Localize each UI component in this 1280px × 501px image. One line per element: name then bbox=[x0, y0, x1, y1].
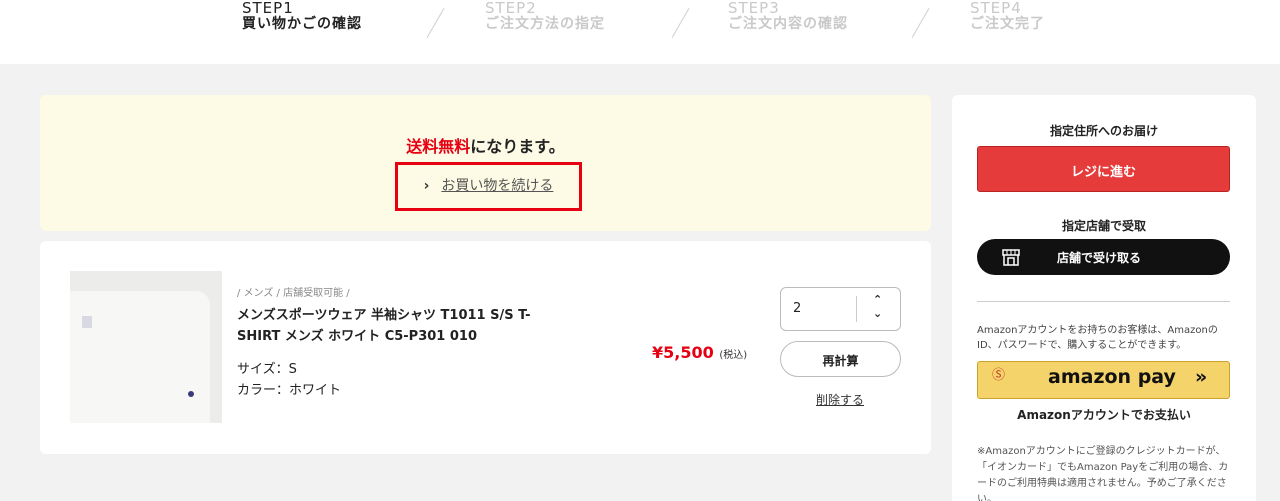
checkout-steps: STEP1 買い物かごの確認 STEP2 ご注文方法の指定 STEP3 ご注文内… bbox=[0, 0, 1280, 64]
step-4-label: ご注文完了 bbox=[970, 15, 1045, 32]
checkout-button[interactable]: レジに進む bbox=[977, 146, 1230, 192]
step-3: STEP3 ご注文内容の確認 bbox=[728, 0, 848, 32]
double-chevron-icon: » bbox=[1195, 366, 1208, 388]
price-value: ¥5,500 bbox=[652, 343, 714, 362]
store-icon bbox=[1002, 249, 1020, 266]
chevron-right-icon: › bbox=[423, 178, 430, 194]
amazon-s-icon: Ⓢ bbox=[992, 368, 1006, 383]
step-3-number: STEP3 bbox=[728, 0, 780, 17]
tax-label: (税込) bbox=[719, 350, 748, 361]
step-1-label: 買い物かごの確認 bbox=[242, 15, 362, 32]
product-image[interactable] bbox=[70, 271, 222, 423]
quantity-divider bbox=[856, 296, 857, 322]
delete-link[interactable]: 削除する bbox=[816, 391, 864, 408]
amazon-description: Amazonアカウントをお持ちのお客様は、AmazonのID、パスワードで、購入… bbox=[977, 325, 1218, 351]
step-4-number: STEP4 bbox=[970, 0, 1022, 17]
step-1-number: STEP1 bbox=[242, 0, 294, 17]
product-color: カラー：ホワイト bbox=[237, 383, 342, 398]
amazon-pay-logo: amazon pay bbox=[1048, 366, 1176, 388]
step-2-label: ご注文方法の指定 bbox=[485, 15, 605, 32]
step-4: STEP4 ご注文完了 bbox=[970, 0, 1045, 32]
amazon-pay-caption: Amazonアカウントでお支払い bbox=[1017, 408, 1191, 422]
up-down-arrows-icon[interactable]: ⌃ ⌄ bbox=[873, 293, 882, 321]
quantity-value[interactable]: 2 bbox=[793, 301, 801, 316]
step-divider bbox=[911, 8, 930, 38]
recalculate-button[interactable]: 再計算 bbox=[780, 341, 901, 377]
cart-item: / メンズ / 店舗受取可能 / メンズスポーツウェア 半袖シャツ T1011 … bbox=[40, 241, 931, 454]
divider bbox=[977, 301, 1230, 302]
step-2: STEP2 ご注文方法の指定 bbox=[485, 0, 605, 32]
store-pickup-title: 指定店舗で受取 bbox=[1061, 219, 1146, 233]
continue-shopping-label: お買い物を続ける bbox=[441, 178, 554, 194]
step-divider bbox=[671, 8, 690, 38]
step-3-label: ご注文内容の確認 bbox=[728, 15, 848, 32]
order-sidebar: 指定住所へのお届け レジに進む 指定店舗で受取 店舗で受け取る Amazonアカ… bbox=[952, 95, 1256, 501]
product-size: サイズ：S bbox=[237, 362, 297, 377]
quantity-stepper[interactable]: 2 ⌃ ⌄ bbox=[780, 287, 901, 331]
t-shirt-image bbox=[70, 291, 210, 423]
product-name[interactable]: メンズスポーツウェア 半袖シャツ T1011 S/S T-SHIRT メンズ ホ… bbox=[237, 305, 557, 347]
brand-logo-icon bbox=[188, 391, 194, 397]
step-1: STEP1 買い物かごの確認 bbox=[242, 0, 362, 32]
free-shipping-notice: 送料無料になります。 › お買い物を続ける bbox=[40, 95, 931, 231]
store-pickup-button[interactable]: 店舗で受け取る bbox=[977, 239, 1230, 275]
free-shipping-text: 送料無料になります。 bbox=[40, 133, 931, 157]
amazon-pay-button[interactable]: Ⓢ amazon pay » bbox=[977, 361, 1230, 399]
shirt-tag bbox=[82, 316, 92, 328]
delivery-title: 指定住所へのお届け bbox=[1049, 124, 1158, 138]
step-divider bbox=[426, 8, 445, 38]
product-price: ¥5,500 (税込) bbox=[652, 343, 747, 362]
step-2-number: STEP2 bbox=[485, 0, 537, 17]
free-shipping-highlight: 送料無料 bbox=[406, 137, 471, 156]
amazon-note: ※Amazonアカウントにご登録のクレジットカードが、「イオンカード」でもAma… bbox=[977, 446, 1229, 501]
free-shipping-rest: になります。 bbox=[470, 137, 565, 156]
store-pickup-label: 店舗で受け取る bbox=[1057, 251, 1142, 265]
product-breadcrumb[interactable]: / メンズ / 店舗受取可能 / bbox=[237, 284, 350, 299]
continue-shopping-link[interactable]: › お買い物を続ける bbox=[395, 162, 582, 211]
